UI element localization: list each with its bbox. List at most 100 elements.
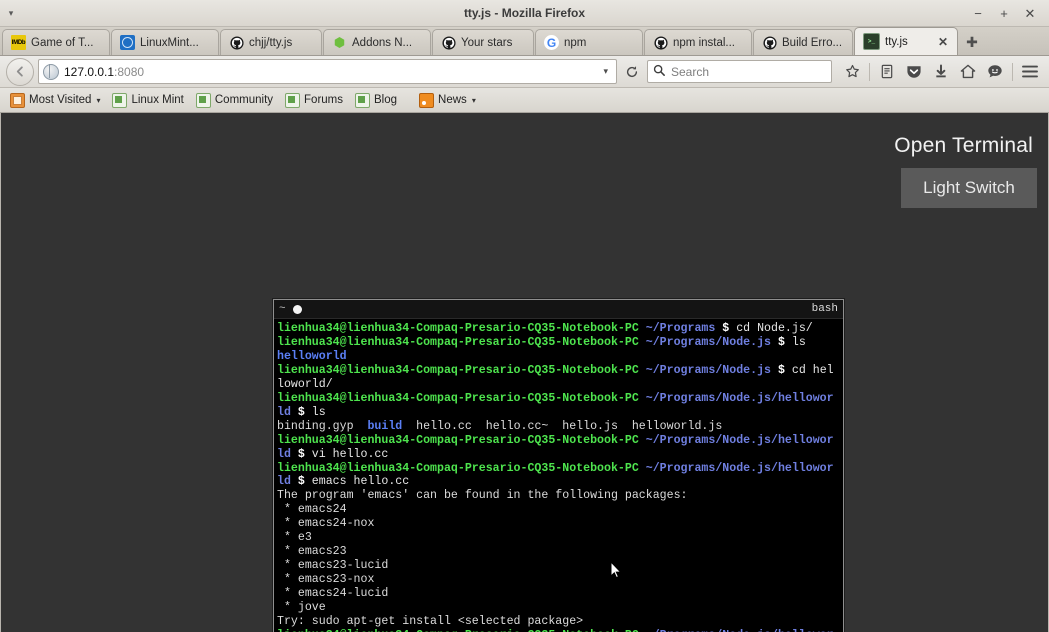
ttyjs-app: Open Terminal Light Switch ~ bash lienhu… bbox=[1, 113, 1048, 632]
terminal-span: * emacs23-lucid bbox=[277, 559, 389, 573]
search-icon bbox=[653, 64, 665, 79]
bookmark-linux-mint[interactable]: Linux Mint bbox=[107, 91, 188, 110]
terminal-span: $ bbox=[777, 363, 792, 377]
tab-npm[interactable]: G npm bbox=[535, 29, 643, 55]
bookmark-most-visited[interactable]: Most Visited ▾ bbox=[5, 91, 105, 110]
terminal-line: * emacs24 bbox=[277, 503, 840, 517]
navigation-toolbar: 127.0.0.1:8080 ▾ Search bbox=[0, 56, 1049, 88]
tab-build-error[interactable]: Build Erro... bbox=[753, 29, 853, 55]
terminal-span: * emacs23-nox bbox=[277, 573, 375, 587]
mint-icon bbox=[112, 92, 128, 108]
terminal-window[interactable]: ~ bash lienhua34@lienhua34-Compaq-Presar… bbox=[273, 299, 844, 632]
terminal-line: Try: sudo apt-get install <selected pack… bbox=[277, 615, 840, 629]
bookmark-label: News bbox=[438, 94, 467, 106]
url-host: 127.0.0.1 bbox=[64, 64, 115, 79]
bookmark-label: Most Visited bbox=[29, 94, 92, 106]
pocket-icon[interactable] bbox=[901, 59, 927, 85]
url-bar[interactable]: 127.0.0.1:8080 ▾ bbox=[38, 59, 617, 84]
tab-label: Game of T... bbox=[31, 36, 94, 49]
terminal-span: emacs hello.cc bbox=[311, 475, 410, 489]
terminal-span: lienhua34@lienhua34-Compaq-Presario-CQ35… bbox=[277, 363, 646, 377]
imdb-favicon-icon: IMDb bbox=[11, 35, 26, 50]
terminal-span: $ bbox=[722, 322, 737, 335]
reader-icon[interactable] bbox=[874, 59, 900, 85]
terminal-span: * emacs24-lucid bbox=[277, 587, 389, 601]
github-favicon-icon bbox=[762, 35, 777, 50]
toolbar-separator bbox=[869, 62, 870, 81]
terminal-line: binding.gyp build hello.cc hello.cc~ hel… bbox=[277, 420, 840, 434]
terminal-span: ~/Programs bbox=[645, 322, 723, 335]
mint-icon bbox=[355, 92, 371, 108]
home-icon[interactable] bbox=[955, 59, 981, 85]
most-visited-icon bbox=[10, 92, 25, 108]
chevron-down-icon: ▾ bbox=[96, 95, 101, 105]
terminal-span: ~/Programs/Node.js bbox=[645, 335, 778, 349]
minimize-button[interactable]: − bbox=[965, 2, 991, 24]
terminal-span: Try: sudo apt-get install <selected pack… bbox=[277, 615, 584, 629]
tab-label: chjj/tty.js bbox=[249, 36, 293, 49]
terminal-line: lienhua34@lienhua34-Compaq-Presario-CQ35… bbox=[277, 392, 840, 420]
tab-ttyjs-active[interactable]: tty.js ✕ bbox=[854, 27, 958, 55]
tab-your-stars[interactable]: Your stars bbox=[432, 29, 534, 55]
terminal-line: lienhua34@lienhua34-Compaq-Presario-CQ35… bbox=[277, 336, 840, 350]
tab-close-icon[interactable]: ✕ bbox=[937, 35, 949, 49]
terminal-span: $ bbox=[297, 405, 312, 419]
github-favicon-icon bbox=[653, 35, 668, 50]
close-button[interactable]: ✕ bbox=[1017, 2, 1043, 24]
linuxmint-favicon-icon bbox=[120, 35, 135, 50]
bookmark-community[interactable]: Community bbox=[191, 91, 278, 110]
light-switch-button[interactable]: Light Switch bbox=[901, 168, 1037, 208]
terminal-line: helloworld bbox=[277, 350, 840, 364]
tab-strip: IMDb Game of T... LinuxMint... chjj/tty.… bbox=[0, 27, 1049, 56]
terminal-span: * emacs24 bbox=[277, 503, 347, 517]
bookmark-label: Community bbox=[214, 94, 274, 106]
chevron-down-icon: ▾ bbox=[471, 95, 476, 105]
terminal-span: ls bbox=[791, 335, 806, 349]
bookmark-star-icon[interactable] bbox=[839, 59, 865, 85]
tab-addons[interactable]: Addons N... bbox=[323, 29, 431, 55]
terminal-line: * emacs24-nox bbox=[277, 517, 840, 531]
tab-label: Build Erro... bbox=[782, 36, 843, 49]
page-content: Open Terminal Light Switch ~ bash lienhu… bbox=[0, 113, 1049, 632]
bookmarks-bar: Most Visited ▾ Linux Mint Community Foru… bbox=[0, 88, 1049, 113]
tab-npm-install[interactable]: npm instal... bbox=[644, 29, 752, 55]
hello-icon[interactable] bbox=[982, 59, 1008, 85]
terminal-tab-tilde[interactable]: ~ bbox=[279, 303, 286, 315]
google-favicon-icon: G bbox=[544, 35, 559, 50]
terminal-line: * e3 bbox=[277, 531, 840, 545]
open-terminal-button[interactable]: Open Terminal bbox=[890, 132, 1037, 160]
terminal-span: lienhua34@lienhua34-Compaq-Presario-CQ35… bbox=[277, 335, 646, 349]
maximize-button[interactable]: + bbox=[991, 2, 1017, 24]
terminal-line: lienhua34@lienhua34-Compaq-Presario-CQ35… bbox=[277, 322, 840, 336]
terminal-span: helloworld bbox=[277, 349, 347, 363]
terminal-span: The program 'emacs' can be found in the … bbox=[277, 489, 688, 503]
terminal-status-dot-icon[interactable] bbox=[292, 304, 302, 314]
tab-linuxmint[interactable]: LinuxMint... bbox=[111, 29, 219, 55]
url-port: :8080 bbox=[114, 64, 145, 79]
bookmark-blog[interactable]: Blog bbox=[350, 91, 402, 110]
search-input[interactable]: Search bbox=[671, 65, 709, 79]
reload-button[interactable] bbox=[621, 59, 643, 85]
tab-game-of-thrones[interactable]: IMDb Game of T... bbox=[2, 29, 110, 55]
mint-icon bbox=[195, 92, 211, 108]
terminal-span: * emacs24-nox bbox=[277, 517, 375, 531]
terminal-line: * emacs23-nox bbox=[277, 573, 840, 587]
back-button[interactable] bbox=[6, 57, 34, 86]
tab-chjj-ttyjs[interactable]: chjj/tty.js bbox=[220, 29, 322, 55]
terminal-output[interactable]: lienhua34@lienhua34-Compaq-Presario-CQ35… bbox=[274, 319, 843, 632]
window-menu-icon[interactable]: ▾ bbox=[0, 0, 22, 26]
new-tab-button[interactable]: ✚ bbox=[959, 29, 985, 55]
downloads-icon[interactable] bbox=[928, 59, 954, 85]
menu-icon[interactable] bbox=[1017, 59, 1043, 85]
bookmark-forums[interactable]: Forums bbox=[280, 91, 348, 110]
terminal-line: lienhua34@lienhua34-Compaq-Presario-CQ35… bbox=[277, 462, 840, 490]
terminal-span: build bbox=[367, 419, 403, 433]
search-bar[interactable]: Search bbox=[647, 60, 832, 83]
terminal-span: * e3 bbox=[277, 531, 312, 545]
bookmark-label: Blog bbox=[374, 94, 398, 106]
globe-icon bbox=[43, 63, 59, 80]
firefox-window: ▾ tty.js - Mozilla Firefox − + ✕ IMDb Ga… bbox=[0, 0, 1049, 632]
mint-icon bbox=[285, 92, 301, 108]
bookmark-news[interactable]: News ▾ bbox=[414, 91, 481, 110]
url-dropdown-icon[interactable]: ▾ bbox=[599, 66, 612, 77]
